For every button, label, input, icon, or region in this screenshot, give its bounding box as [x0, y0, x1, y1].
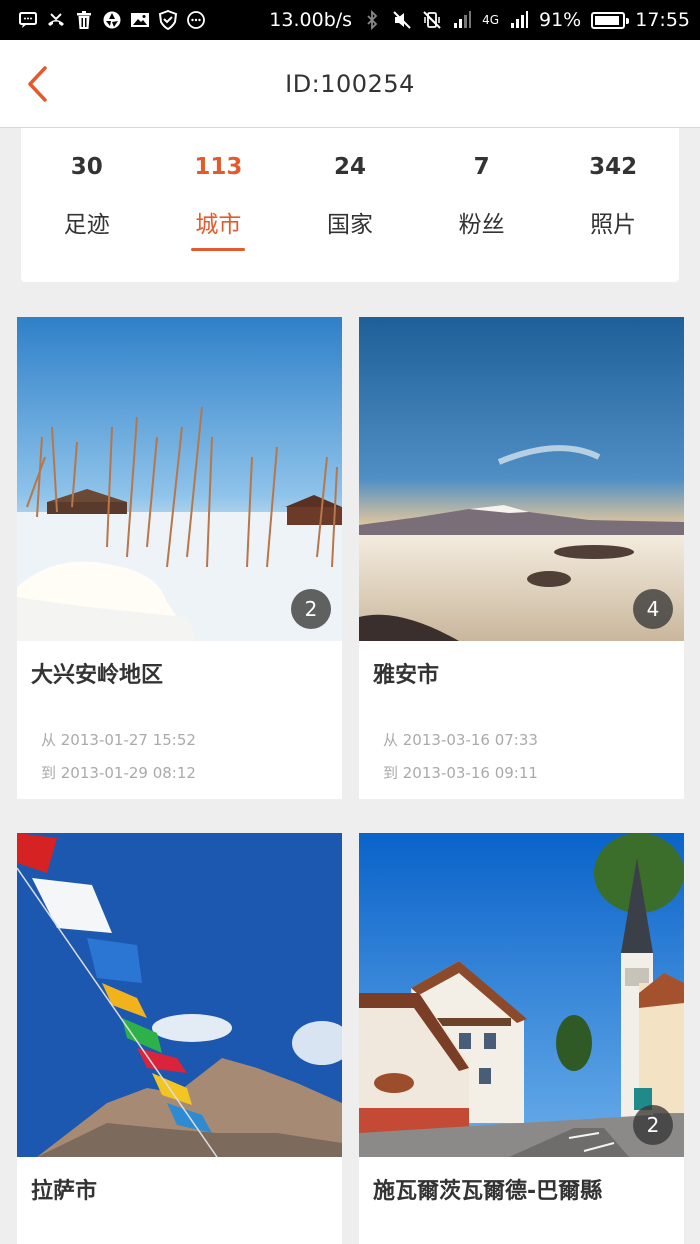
city-name: 雅安市 — [373, 663, 440, 688]
missed-call-icon — [46, 10, 66, 30]
shield-icon — [158, 10, 178, 30]
stat-value: 30 — [70, 154, 103, 180]
city-name: 大兴安岭地区 — [31, 663, 164, 688]
tab-followers[interactable]: 7 粉丝 — [416, 128, 548, 282]
city-name: 拉萨市 — [31, 1179, 98, 1204]
stat-value: 24 — [333, 154, 366, 180]
chevron-left-icon — [28, 66, 47, 102]
stat-label: 照片 — [590, 212, 637, 238]
aperture-icon — [102, 10, 122, 30]
status-bar: 13.00b/s 4G 91% 17:55 — [0, 0, 700, 40]
network-type: 4G — [482, 13, 499, 27]
gallery-icon — [130, 10, 150, 30]
city-photo: 2 — [359, 833, 684, 1157]
stat-label: 足迹 — [63, 212, 110, 238]
tab-footprints[interactable]: 30 足迹 — [21, 128, 153, 282]
battery-icon — [591, 11, 630, 29]
city-photo: 4 — [359, 317, 684, 641]
date-to: 到 2013-01-29 08:12 — [41, 764, 196, 782]
stat-label: 城市 — [191, 208, 246, 251]
stat-label: 国家 — [326, 212, 373, 238]
tab-countries[interactable]: 24 国家 — [284, 128, 416, 282]
date-from: 从 2013-03-16 07:33 — [383, 731, 538, 749]
date-from: 从 2013-01-27 15:52 — [41, 731, 196, 749]
city-card[interactable]: 拉萨市 — [17, 833, 342, 1244]
signal-4g-icon — [509, 10, 529, 30]
date-to: 到 2013-03-16 09:11 — [383, 764, 538, 782]
back-button[interactable] — [20, 64, 54, 104]
page-title: ID:100254 — [285, 69, 415, 98]
stat-value: 113 — [194, 154, 243, 180]
bluetooth-icon — [362, 10, 382, 30]
trash-icon — [74, 10, 94, 30]
city-name: 施瓦爾茨瓦爾德-巴爾縣 — [373, 1179, 603, 1204]
tab-photos[interactable]: 342 照片 — [547, 128, 679, 282]
net-speed: 13.00b/s — [269, 9, 353, 31]
vibrate-off-icon — [422, 10, 442, 30]
stat-value: 7 — [473, 154, 490, 180]
city-photo — [17, 833, 342, 1157]
top-bar: ID:100254 — [0, 40, 700, 128]
battery-percent: 91% — [539, 9, 582, 31]
city-card[interactable]: 2 施瓦爾茨瓦爾德-巴爾縣 — [359, 833, 684, 1244]
clock: 17:55 — [635, 9, 690, 31]
photo-count-badge: 2 — [291, 589, 331, 629]
stats-panel: 30 足迹 113 城市 24 国家 7 粉丝 342 照片 — [21, 128, 679, 282]
photo-count-badge: 4 — [633, 589, 673, 629]
stat-label: 粉丝 — [458, 212, 505, 238]
more-icon — [186, 10, 206, 30]
mute-icon — [392, 10, 412, 30]
signal-icon — [452, 10, 472, 30]
tab-cities[interactable]: 113 城市 — [153, 128, 285, 282]
city-card[interactable]: 4 雅安市 从 2013-03-16 07:33 到 2013-03-16 09… — [359, 317, 684, 799]
stat-value: 342 — [589, 154, 638, 180]
photo-count-badge: 2 — [633, 1105, 673, 1145]
city-photo: 2 — [17, 317, 342, 641]
message-icon — [18, 10, 38, 30]
city-card[interactable]: 2 大兴安岭地区 从 2013-01-27 15:52 到 2013-01-29… — [17, 317, 342, 799]
